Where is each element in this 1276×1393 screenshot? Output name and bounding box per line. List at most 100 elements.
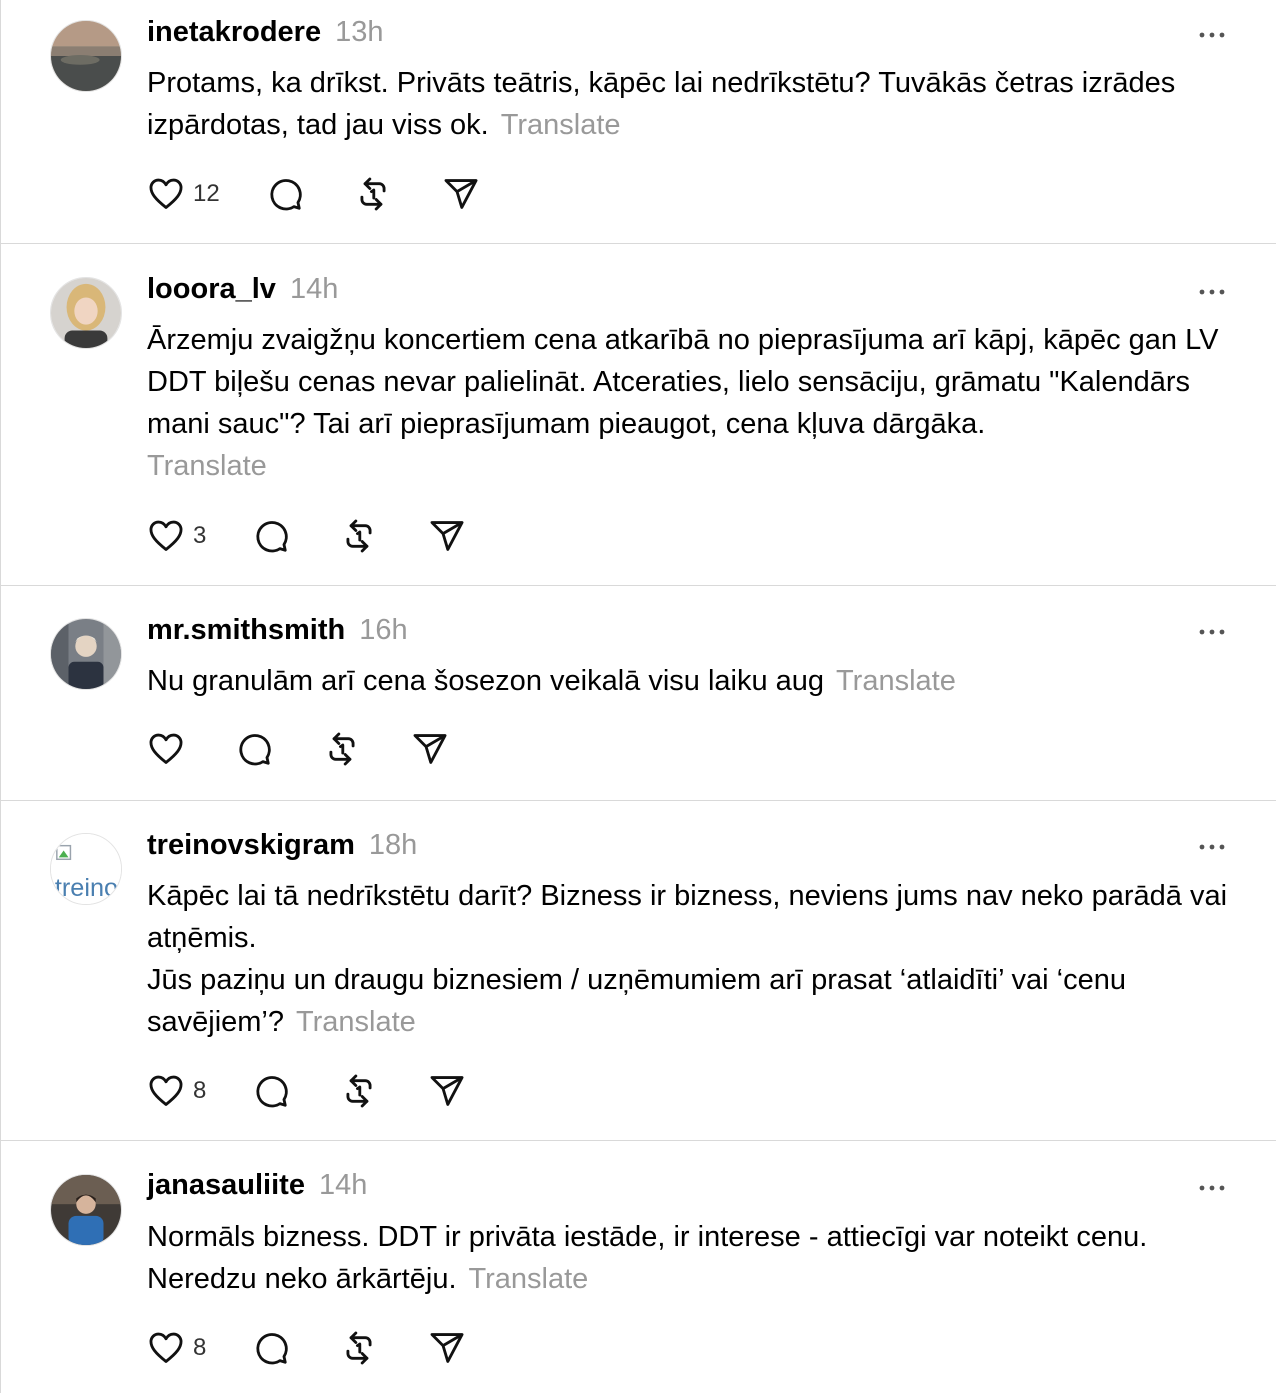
repost-icon bbox=[340, 1072, 378, 1110]
action-bar bbox=[147, 729, 449, 769]
repost-icon bbox=[340, 517, 378, 555]
action-bar: 8 bbox=[147, 1071, 466, 1111]
like-count: 3 bbox=[193, 522, 207, 549]
post-text: Normāls bizness. DDT ir privāta iestāde,… bbox=[147, 1216, 1247, 1300]
timestamp[interactable]: 14h bbox=[290, 273, 338, 306]
post: treinovskigram treinovskigram 18h Kāpēc … bbox=[1, 801, 1276, 1140]
reply-button[interactable] bbox=[252, 1329, 290, 1367]
avatar[interactable] bbox=[50, 1174, 122, 1246]
translate-link[interactable]: Translate bbox=[296, 1006, 416, 1038]
repost-icon bbox=[340, 1329, 378, 1367]
heart-icon bbox=[147, 1072, 185, 1110]
heart-icon bbox=[147, 730, 185, 768]
avatar-photo bbox=[51, 1175, 121, 1245]
like-count: 12 bbox=[193, 180, 220, 207]
post-body: Nu granulām arī cena šosezon veikalā vis… bbox=[147, 665, 825, 697]
send-icon bbox=[442, 175, 480, 213]
action-bar: 12 bbox=[147, 174, 480, 214]
post-body-line: Jūs paziņu un draugu biznesiem / uzņēmum… bbox=[147, 964, 1126, 1038]
username[interactable]: inetakrodere bbox=[147, 16, 321, 49]
post-body: Normāls bizness. DDT ir privāta iestāde,… bbox=[147, 1221, 1148, 1295]
avatar-photo bbox=[51, 21, 121, 91]
username[interactable]: mr.smithsmith bbox=[147, 614, 345, 647]
avatar[interactable] bbox=[50, 618, 122, 690]
post-header: treinovskigram 18h bbox=[147, 829, 417, 869]
feed: inetakrodere 13h Protams, ka drīkst. Pri… bbox=[0, 0, 1276, 1393]
avatar[interactable]: treinovskigram bbox=[50, 833, 122, 905]
heart-icon bbox=[147, 517, 185, 555]
like-count: 8 bbox=[193, 1077, 207, 1104]
heart-icon bbox=[147, 175, 185, 213]
like-button[interactable]: 12 bbox=[147, 175, 220, 213]
reply-button[interactable] bbox=[252, 517, 290, 555]
share-button[interactable] bbox=[411, 730, 449, 768]
post-header: looora_lv 14h bbox=[147, 273, 338, 313]
post-body: Protams, ka drīkst. Privāts teātris, kāp… bbox=[147, 67, 1176, 141]
post-text: Nu granulām arī cena šosezon veikalā vis… bbox=[147, 660, 1247, 702]
like-button[interactable] bbox=[147, 730, 185, 768]
reply-button[interactable] bbox=[266, 175, 304, 213]
send-icon bbox=[428, 517, 466, 555]
username[interactable]: treinovskigram bbox=[147, 829, 355, 862]
comment-icon bbox=[252, 1072, 290, 1110]
share-button[interactable] bbox=[442, 175, 480, 213]
post: looora_lv 14h Ārzemju zvaigžņu koncertie… bbox=[1, 244, 1276, 585]
send-icon bbox=[428, 1329, 466, 1367]
repost-button[interactable] bbox=[340, 1329, 378, 1367]
action-bar: 8 bbox=[147, 1328, 466, 1368]
post-body-line: Kāpēc lai tā nedrīkstētu darīt? Bizness … bbox=[147, 880, 1228, 954]
post: mr.smithsmith 16h Nu granulām arī cena š… bbox=[1, 586, 1276, 800]
heart-icon bbox=[147, 1329, 185, 1367]
repost-button[interactable] bbox=[340, 1072, 378, 1110]
post-text: Kāpēc lai tā nedrīkstētu darīt? Bizness … bbox=[147, 875, 1247, 1043]
more-icon[interactable] bbox=[1196, 282, 1228, 302]
post-header: inetakrodere 13h bbox=[147, 16, 383, 56]
translate-link[interactable]: Translate bbox=[836, 665, 956, 697]
more-icon[interactable] bbox=[1196, 25, 1228, 45]
more-icon[interactable] bbox=[1196, 622, 1228, 642]
send-icon bbox=[428, 1072, 466, 1110]
timestamp[interactable]: 18h bbox=[369, 829, 417, 862]
like-count: 8 bbox=[193, 1334, 207, 1361]
post-header: janasauliite 14h bbox=[147, 1169, 367, 1209]
avatar-alt-text: treinovskigram bbox=[55, 874, 121, 902]
send-icon bbox=[411, 730, 449, 768]
comment-icon bbox=[252, 517, 290, 555]
translate-link[interactable]: Translate bbox=[501, 109, 621, 141]
translate-link[interactable]: Translate bbox=[147, 445, 1247, 487]
comment-icon bbox=[235, 730, 273, 768]
avatar[interactable] bbox=[50, 277, 122, 349]
more-icon[interactable] bbox=[1196, 1178, 1228, 1198]
translate-link[interactable]: Translate bbox=[469, 1263, 589, 1295]
reply-button[interactable] bbox=[235, 730, 273, 768]
avatar[interactable] bbox=[50, 20, 122, 92]
share-button[interactable] bbox=[428, 517, 466, 555]
username[interactable]: looora_lv bbox=[147, 273, 276, 306]
post: inetakrodere 13h Protams, ka drīkst. Pri… bbox=[1, 0, 1276, 243]
like-button[interactable]: 8 bbox=[147, 1329, 206, 1367]
share-button[interactable] bbox=[428, 1329, 466, 1367]
avatar-photo bbox=[51, 619, 121, 689]
like-button[interactable]: 3 bbox=[147, 517, 206, 555]
comment-icon bbox=[266, 175, 304, 213]
repost-icon bbox=[354, 175, 392, 213]
comment-icon bbox=[252, 1329, 290, 1367]
timestamp[interactable]: 13h bbox=[335, 16, 383, 49]
like-button[interactable]: 8 bbox=[147, 1072, 206, 1110]
broken-image-icon: treinovskigram bbox=[51, 834, 121, 904]
share-button[interactable] bbox=[428, 1072, 466, 1110]
post-text: Ārzemju zvaigžņu koncertiem cena atkarīb… bbox=[147, 319, 1247, 487]
post-header: mr.smithsmith 16h bbox=[147, 614, 408, 654]
timestamp[interactable]: 16h bbox=[359, 614, 407, 647]
post-body: Ārzemju zvaigžņu koncertiem cena atkarīb… bbox=[147, 324, 1219, 440]
repost-button[interactable] bbox=[354, 175, 392, 213]
action-bar: 3 bbox=[147, 516, 466, 556]
timestamp[interactable]: 14h bbox=[319, 1169, 367, 1202]
more-icon[interactable] bbox=[1196, 837, 1228, 857]
repost-button[interactable] bbox=[323, 730, 361, 768]
username[interactable]: janasauliite bbox=[147, 1169, 305, 1202]
avatar-photo bbox=[51, 278, 121, 348]
post: janasauliite 14h Normāls bizness. DDT ir… bbox=[1, 1141, 1276, 1393]
repost-button[interactable] bbox=[340, 517, 378, 555]
reply-button[interactable] bbox=[252, 1072, 290, 1110]
